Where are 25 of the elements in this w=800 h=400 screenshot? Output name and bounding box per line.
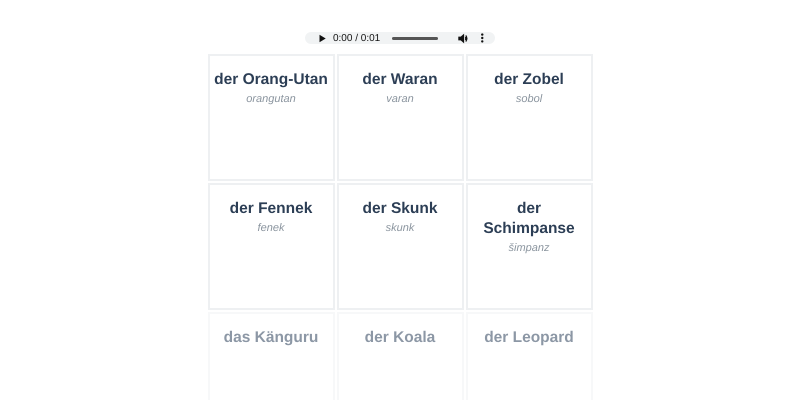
word: der Koala [364, 328, 436, 348]
word-card[interactable]: der Fennek fenek [208, 183, 334, 310]
playback-time: 0:00 / 0:01 [332, 32, 380, 44]
volume-icon[interactable] [458, 32, 468, 44]
word: der Waran [362, 70, 438, 90]
translation: varan [386, 93, 414, 105]
word: der Orang-Utan [214, 70, 328, 90]
word: der Zobel [494, 70, 564, 90]
translation: sobol [516, 93, 542, 105]
word: der Leopard [484, 328, 574, 348]
word-card[interactable]: der Waran varan [336, 54, 464, 181]
translation: šimpanz [508, 242, 550, 254]
word: das Känguru [224, 328, 318, 348]
translation: orangutan [246, 93, 296, 105]
translation: skunk [386, 222, 414, 234]
word-card[interactable]: der Zobel sobol [466, 54, 592, 181]
translation: fenek [258, 222, 284, 234]
word-card[interactable]: der Schimpanse šimpanz [466, 183, 592, 310]
word: der Skunk [362, 199, 438, 219]
word: der Schimpanse [482, 199, 576, 239]
word-card[interactable]: der Skunk skunk [336, 183, 464, 310]
play-icon[interactable] [317, 32, 327, 44]
more-options-icon[interactable] [480, 32, 485, 44]
word: der Fennek [230, 199, 312, 219]
word-card[interactable]: der Orang-Utan orangutan [208, 54, 334, 181]
